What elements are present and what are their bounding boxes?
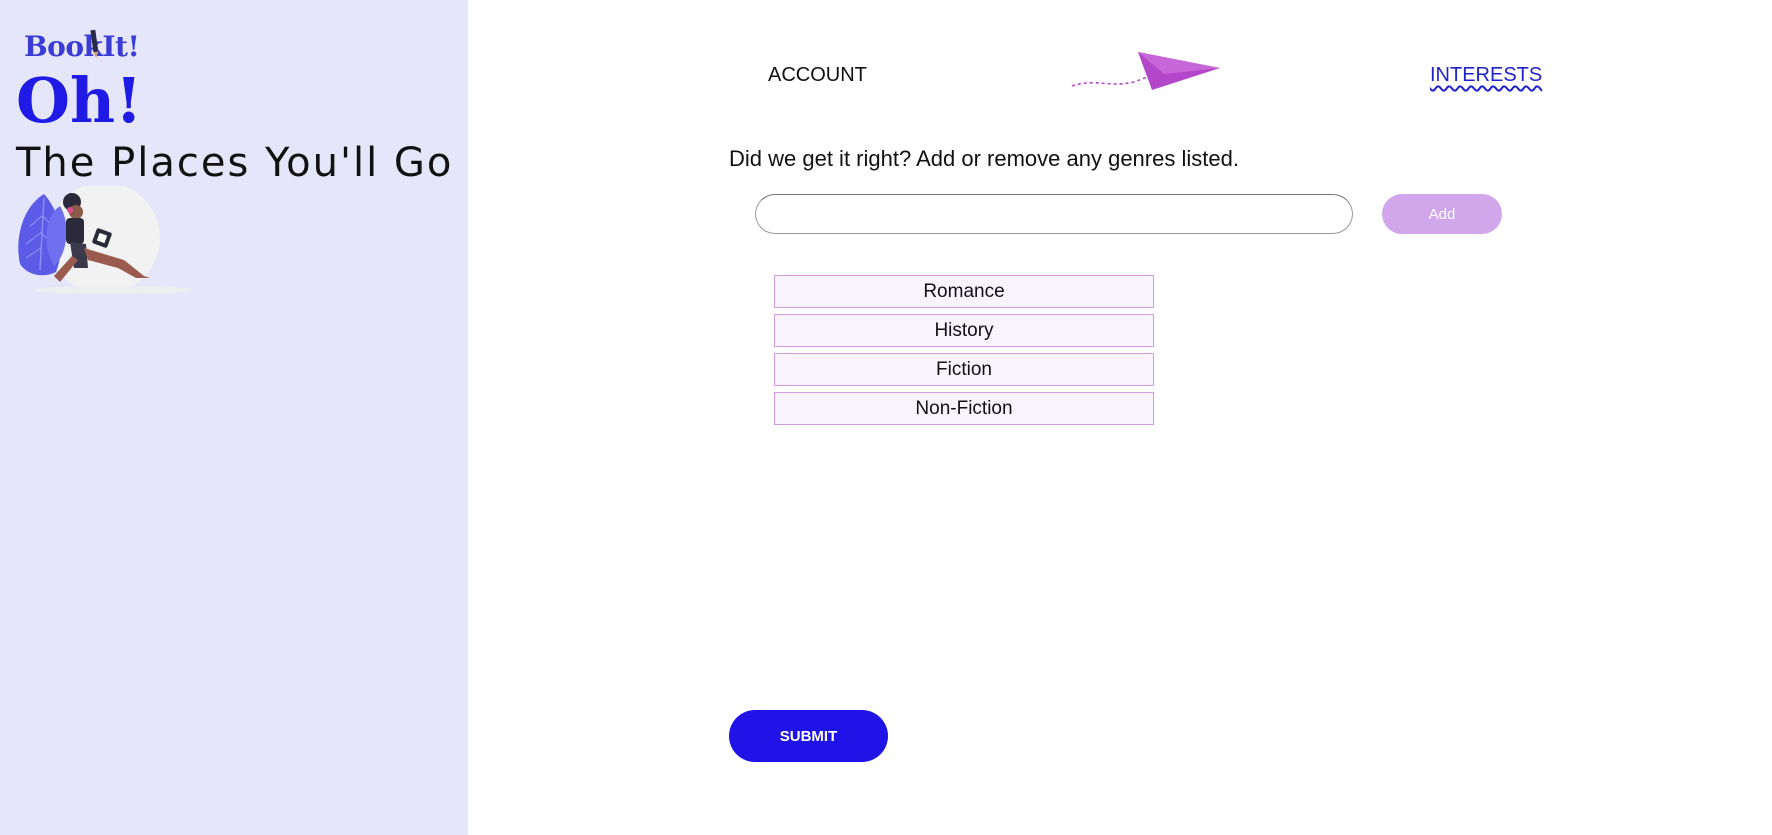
- logo-text: BookIt!: [24, 30, 140, 63]
- genre-item-fiction[interactable]: Fiction: [774, 353, 1154, 386]
- paper-plane-icon: [1071, 52, 1220, 90]
- genre-input[interactable]: [755, 194, 1353, 234]
- hero-headline: Oh!: [16, 64, 143, 137]
- genre-item-history[interactable]: History: [774, 314, 1154, 347]
- submit-button[interactable]: SUBMIT: [729, 710, 888, 762]
- nav-account[interactable]: ACCOUNT: [768, 64, 867, 87]
- add-genre-button[interactable]: Add: [1382, 194, 1502, 234]
- genre-item-romance[interactable]: Romance: [774, 275, 1154, 308]
- reader-illustration: [18, 186, 194, 294]
- sidebar: BookIt! Oh! The Places You'll Go: [0, 0, 468, 835]
- hero-subhead: The Places You'll Go: [16, 140, 454, 186]
- nav-interests[interactable]: INTERESTS: [1430, 64, 1542, 87]
- logo[interactable]: BookIt!: [24, 29, 140, 63]
- pencil-icon: [90, 29, 99, 58]
- genre-list: Romance History Fiction Non-Fiction: [774, 275, 1154, 431]
- genres-prompt: Did we get it right? Add or remove any g…: [729, 146, 1239, 171]
- genre-item-non-fiction[interactable]: Non-Fiction: [774, 392, 1154, 425]
